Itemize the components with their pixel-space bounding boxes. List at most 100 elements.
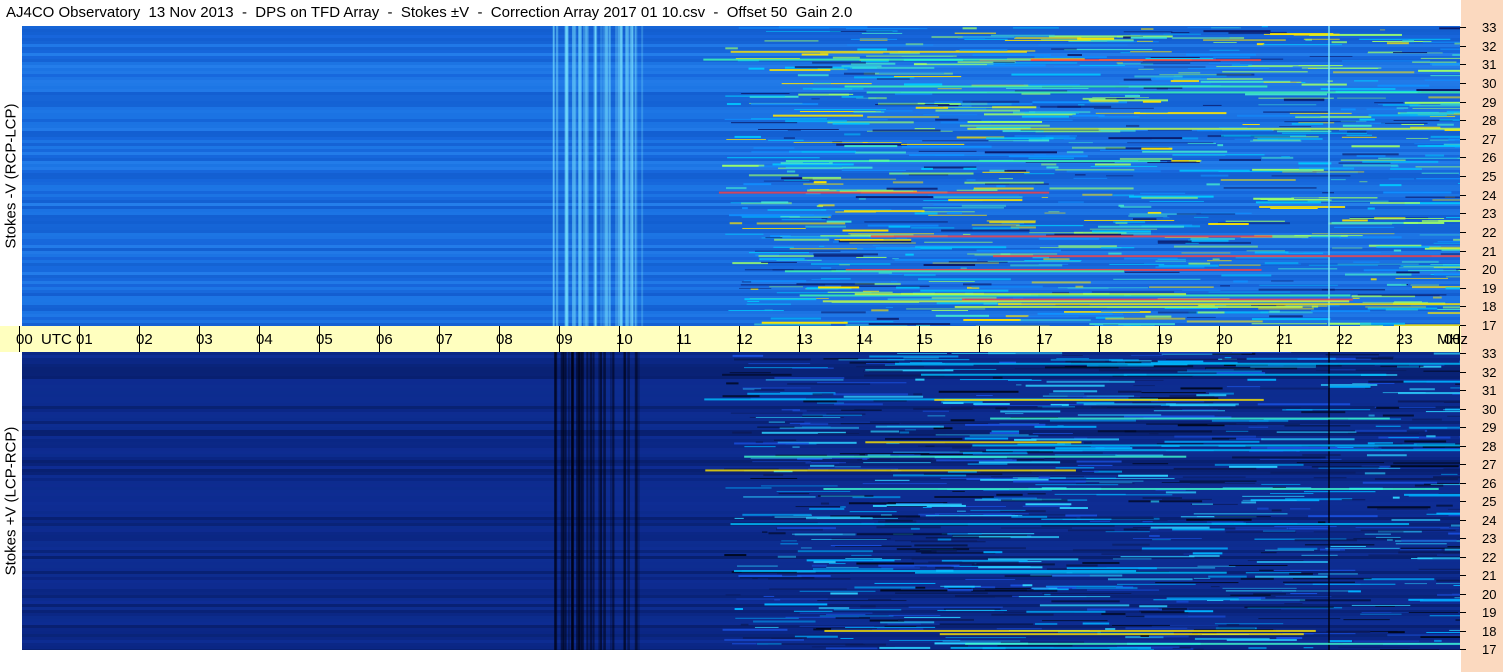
- spectrogram-band: [22, 613, 1460, 616]
- spectrogram-streak: [758, 255, 814, 258]
- spectrogram-streak: [1005, 315, 1029, 318]
- spectrogram-streak: [1362, 160, 1439, 163]
- spectrogram-streak: [867, 454, 891, 456]
- spectrogram-streak: [1055, 169, 1135, 171]
- spectrogram-streak: [931, 310, 969, 312]
- spectrogram-streak: [1360, 529, 1456, 531]
- spectrogram-streak: [1004, 413, 1024, 415]
- spectrogram-streak: [1365, 306, 1426, 308]
- spectrogram-streak: [828, 563, 846, 565]
- spectrogram-streak: [1446, 276, 1460, 278]
- spectrogram-streak: [732, 431, 752, 434]
- spectrogram-streak: [893, 474, 967, 477]
- spectrogram-streak: [978, 566, 1043, 569]
- spectrogram-streak: [729, 222, 743, 225]
- spectrogram-burst: [561, 352, 565, 650]
- spectrogram-burst: [634, 26, 636, 326]
- spectrogram-streak: [954, 595, 1013, 598]
- spectrogram-streak: [856, 366, 925, 368]
- spectrogram-streak: [1084, 219, 1175, 221]
- time-label: 12: [736, 331, 753, 348]
- spectrogram-streak: [820, 495, 865, 497]
- freq-tick: [1460, 353, 1466, 354]
- spectrogram-streak: [808, 468, 899, 470]
- spectrogram-streak: [970, 509, 1026, 511]
- spectrogram-streak: [1216, 73, 1255, 76]
- spectrogram-streak: [732, 643, 757, 645]
- spectrogram-streak: [978, 461, 1061, 464]
- spectrogram-streak: [1155, 260, 1186, 262]
- spectrogram-streak: [950, 644, 969, 647]
- spectrogram-streak: [851, 554, 872, 556]
- spectrogram-streak: [839, 264, 850, 266]
- spectrogram-streak: [831, 628, 924, 630]
- spectrogram-streak: [753, 147, 795, 150]
- spectrogram-streak: [1377, 508, 1428, 510]
- spectrogram-band: [22, 167, 1460, 170]
- spectrogram-streak: [1222, 358, 1247, 360]
- spectrogram-streak: [991, 430, 1020, 433]
- spectrogram-streak: [1302, 453, 1341, 456]
- spectrogram-streak: [743, 496, 816, 498]
- spectrogram-band: [22, 227, 1460, 230]
- spectrogram-band: [22, 143, 1460, 146]
- spectrogram-streak: [1270, 493, 1314, 495]
- spectrogram-streak: [1408, 270, 1460, 272]
- spectrogram-streak: [911, 541, 986, 543]
- spectrogram-streak: [1281, 132, 1367, 134]
- spectrogram-streak: [725, 233, 764, 235]
- spectrogram-streak: [863, 462, 931, 464]
- spectrogram-streak: [841, 95, 864, 98]
- spectrogram-streak: [1443, 409, 1460, 411]
- spectrogram-streak: [888, 274, 903, 276]
- spectrogram-streak: [1246, 357, 1336, 360]
- freq-label: 19: [1482, 281, 1497, 296]
- spectrogram-streak: [1105, 531, 1150, 533]
- spectrogram-streak: [787, 383, 871, 385]
- spectrogram-streak: [1184, 610, 1214, 613]
- spectrogram-streak: [1066, 170, 1161, 173]
- spectrogram-streak: [1419, 234, 1460, 236]
- spectrogram-streak: [991, 613, 1054, 616]
- spectrogram-streak: [988, 140, 1039, 142]
- spectrogram-streak: [736, 565, 778, 567]
- spectrogram-line: [986, 449, 1460, 452]
- spectrogram-streak: [901, 145, 992, 148]
- time-label: 01: [76, 331, 93, 348]
- spectrogram-streak: [923, 263, 976, 266]
- spectrogram-burst: [634, 352, 637, 650]
- spectrogram-streak: [1189, 608, 1282, 610]
- spectrogram-streak: [1288, 527, 1328, 530]
- spectrogram-burst: [565, 26, 569, 326]
- spectrogram-streak: [822, 393, 909, 396]
- time-label: 17: [1036, 331, 1053, 348]
- spectrogram-streak: [1190, 482, 1256, 484]
- spectrogram-streak: [801, 53, 829, 56]
- spectrogram-streak: [1132, 463, 1169, 465]
- spectrogram-streak: [878, 564, 960, 567]
- spectrogram-streak: [903, 83, 943, 86]
- spectrogram-streak: [1072, 549, 1142, 552]
- spectrogram-streak: [1429, 615, 1460, 617]
- freq-tick: [1460, 427, 1466, 428]
- spectrogram-streak: [786, 170, 796, 173]
- spectrogram-streak: [1120, 52, 1131, 54]
- spectrogram-streak: [822, 458, 891, 460]
- spectrogram-streak: [1153, 410, 1226, 412]
- spectrogram-streak: [1400, 547, 1460, 549]
- spectrogram-streak: [1038, 237, 1100, 240]
- spectrogram-streak: [1403, 380, 1460, 383]
- spectrogram-streak: [1119, 82, 1212, 84]
- spectrogram-streak: [896, 548, 970, 551]
- spectrogram-streak: [1141, 196, 1198, 199]
- spectrogram-streak: [1186, 320, 1263, 323]
- spectrogram-streak: [992, 376, 1003, 379]
- spectrogram-streak: [1405, 196, 1460, 198]
- spectrogram-streak: [1397, 365, 1419, 368]
- spectrogram-line: [939, 633, 1304, 636]
- spectrogram-streak: [1374, 478, 1458, 481]
- spectrogram-streak: [832, 56, 860, 59]
- spectrogram-streak: [1253, 197, 1295, 200]
- spectrogram-streak: [1206, 600, 1224, 602]
- spectrogram-streak: [772, 114, 864, 117]
